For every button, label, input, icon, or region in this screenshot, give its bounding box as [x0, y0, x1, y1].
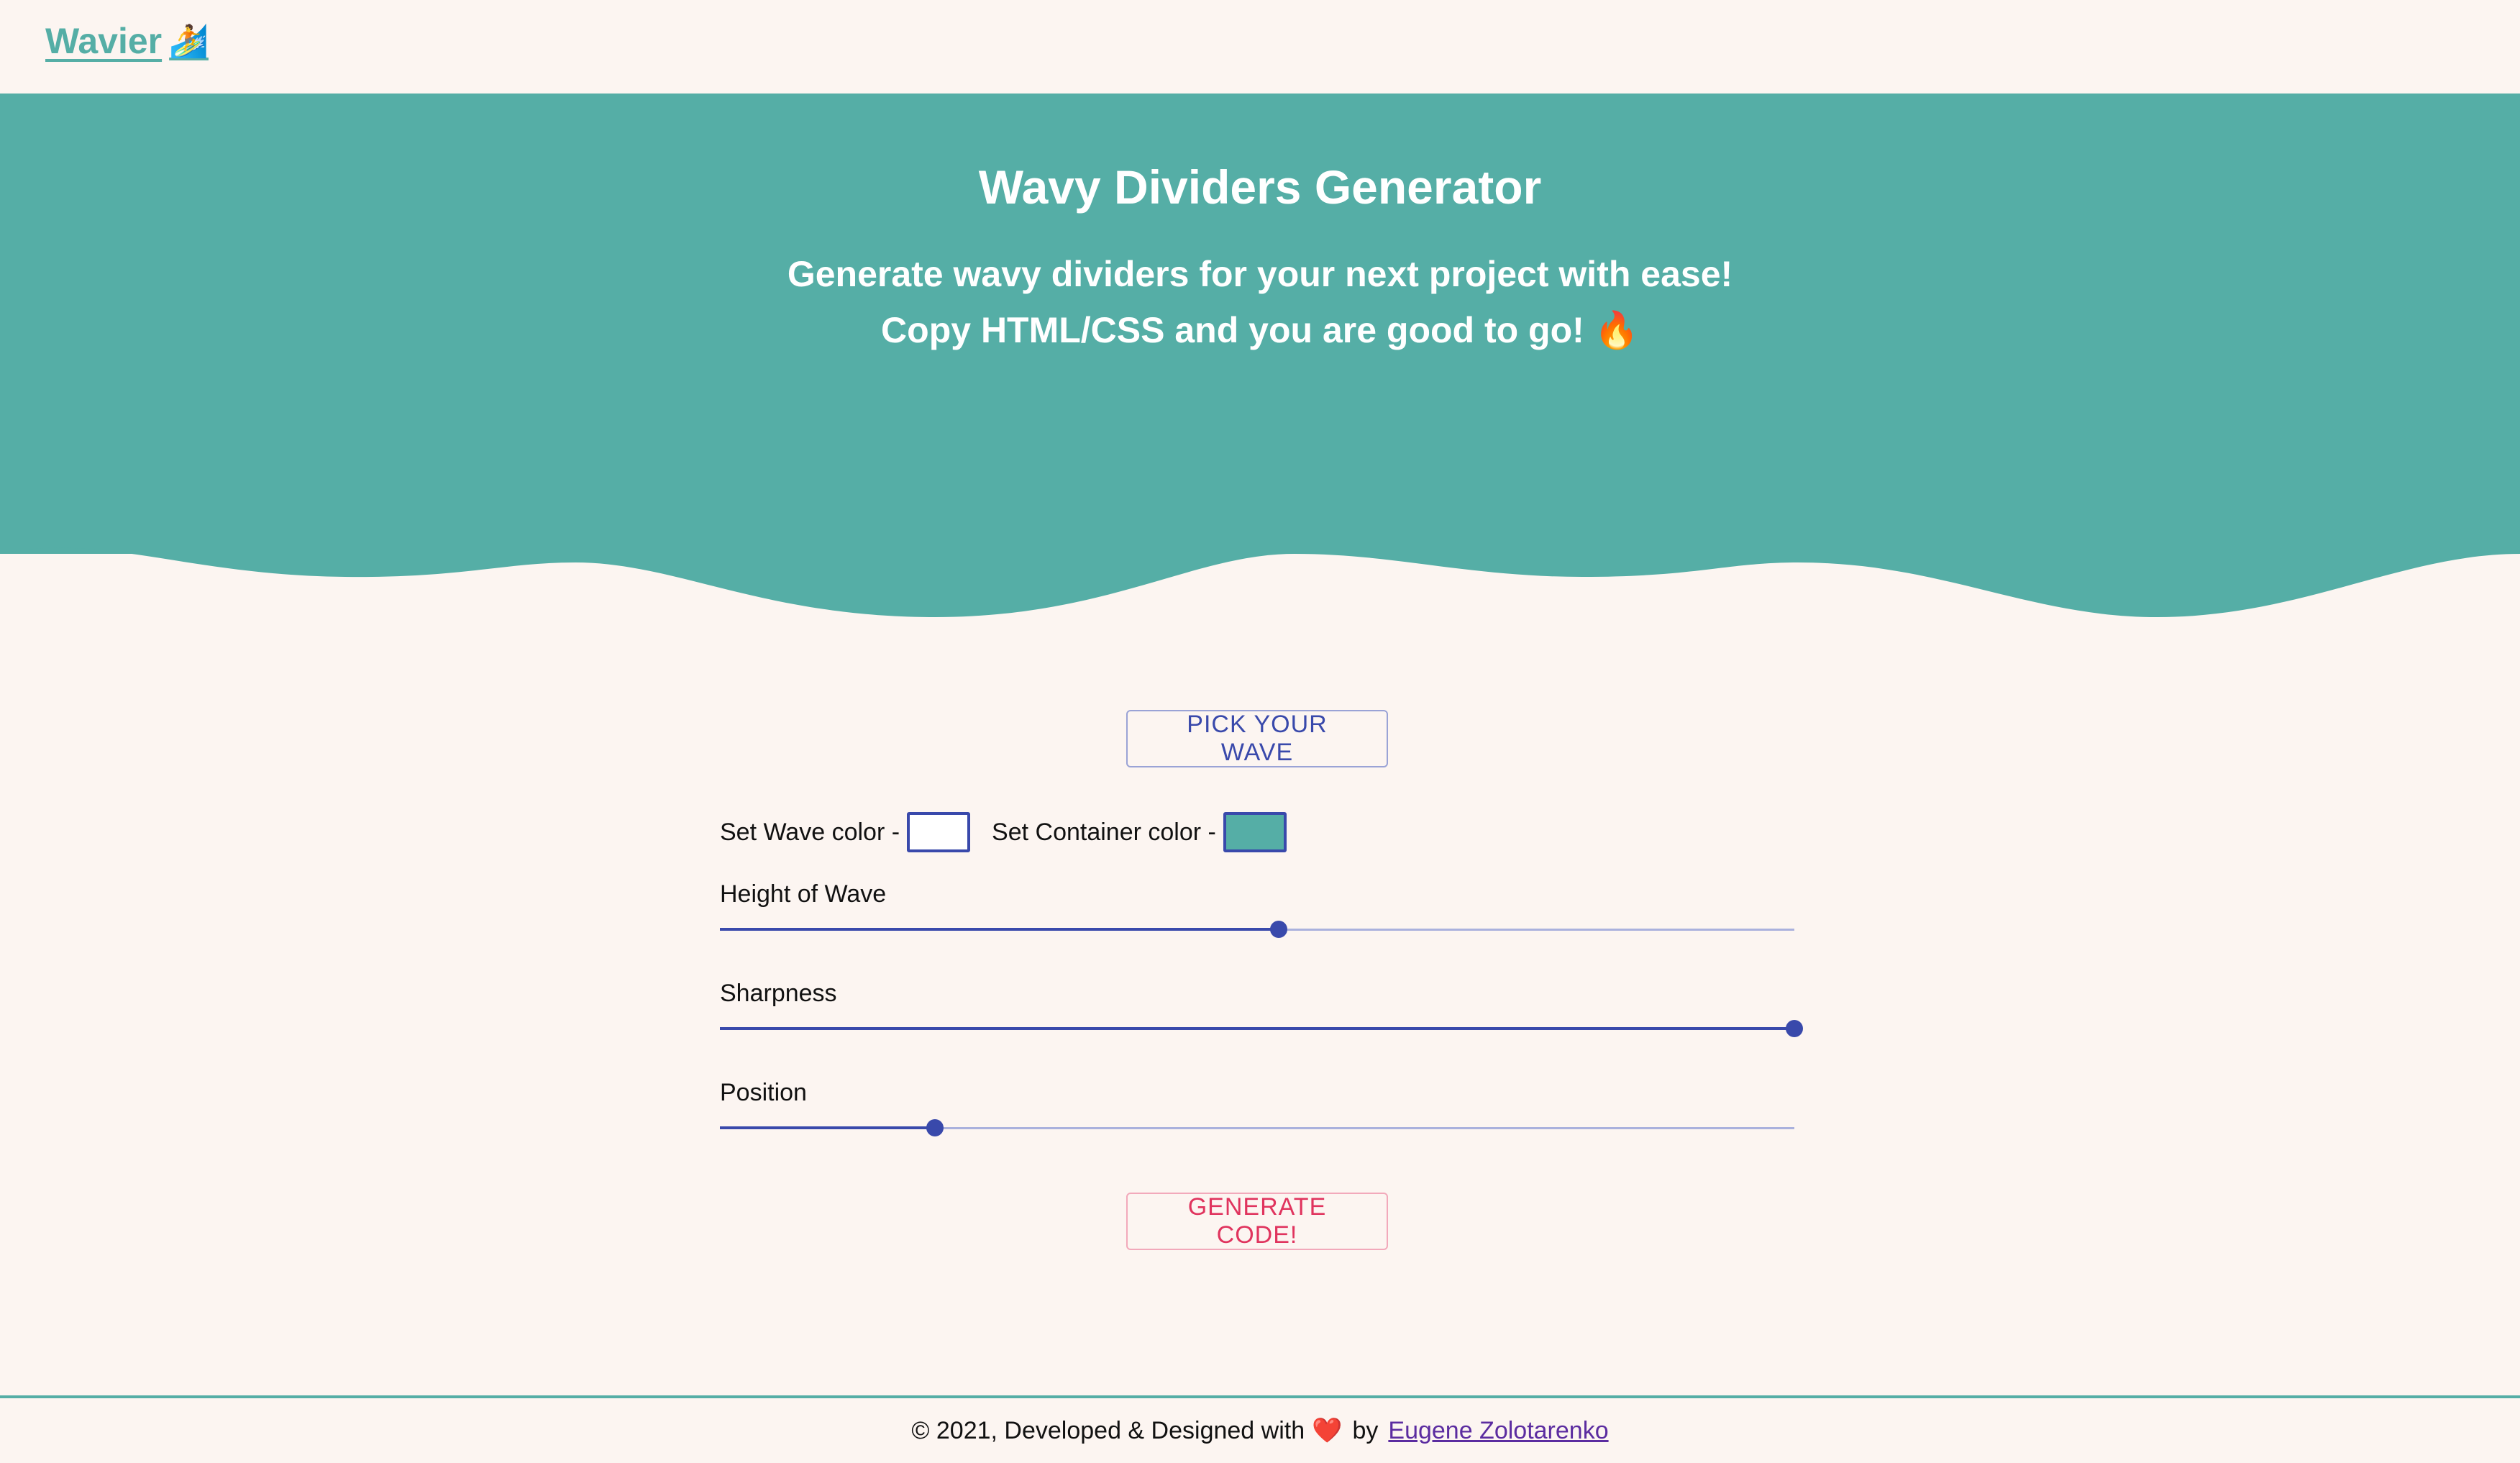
- footer: © 2021, Developed & Designed with ❤️ by …: [0, 1395, 2520, 1463]
- slider-thumb[interactable]: [926, 1119, 944, 1136]
- subtitle-line-2: Copy HTML/CSS and you are good to go! 🔥: [881, 310, 1639, 350]
- author-link[interactable]: Eugene Zolotarenko: [1388, 1417, 1608, 1445]
- slider-fill: [720, 1027, 1794, 1030]
- slider-thumb[interactable]: [1786, 1020, 1803, 1037]
- position-slider-label: Position: [720, 1079, 807, 1106]
- footer-copyright: © 2021, Developed & Designed with: [911, 1416, 1305, 1444]
- generate-code-button[interactable]: GENERATE CODE!: [1126, 1193, 1388, 1250]
- subtitle-line-1: Generate wavy dividers for your next pro…: [787, 254, 1733, 294]
- wave-color-picker[interactable]: [907, 812, 971, 852]
- sharpness-slider[interactable]: [720, 1014, 1803, 1043]
- pick-wave-button[interactable]: PICK YOUR WAVE: [1126, 710, 1388, 767]
- navbar: Wavier 🏄: [0, 0, 2520, 94]
- heart-icon: ❤️: [1312, 1417, 1343, 1444]
- slider-fill: [720, 1126, 935, 1129]
- surfer-icon: 🏄: [169, 24, 209, 59]
- hero-subtitle: Generate wavy dividers for your next pro…: [0, 246, 2520, 358]
- logo-link[interactable]: Wavier 🏄: [45, 20, 209, 62]
- color-settings: Set Wave color - Set Container color -: [720, 811, 1308, 853]
- height-slider-label: Height of Wave: [720, 880, 887, 908]
- slider-fill: [720, 928, 1279, 931]
- slider-thumb[interactable]: [1269, 921, 1287, 938]
- footer-by: by: [1352, 1416, 1379, 1444]
- page-title: Wavy Dividers Generator: [978, 160, 1542, 214]
- height-slider-group: Height of Wave: [720, 880, 1794, 944]
- sharpness-slider-label: Sharpness: [720, 980, 837, 1007]
- sharpness-slider-group: Sharpness: [720, 980, 1803, 1043]
- logo-text: Wavier: [45, 21, 163, 61]
- position-slider[interactable]: [720, 1113, 1794, 1142]
- wave-divider: [0, 532, 2520, 617]
- position-slider-group: Position: [720, 1079, 1794, 1142]
- wave-color-label: Set Wave color -: [720, 818, 900, 846]
- height-slider[interactable]: [720, 915, 1794, 944]
- container-color-label: Set Container color -: [992, 818, 1216, 846]
- container-color-picker[interactable]: [1223, 812, 1287, 852]
